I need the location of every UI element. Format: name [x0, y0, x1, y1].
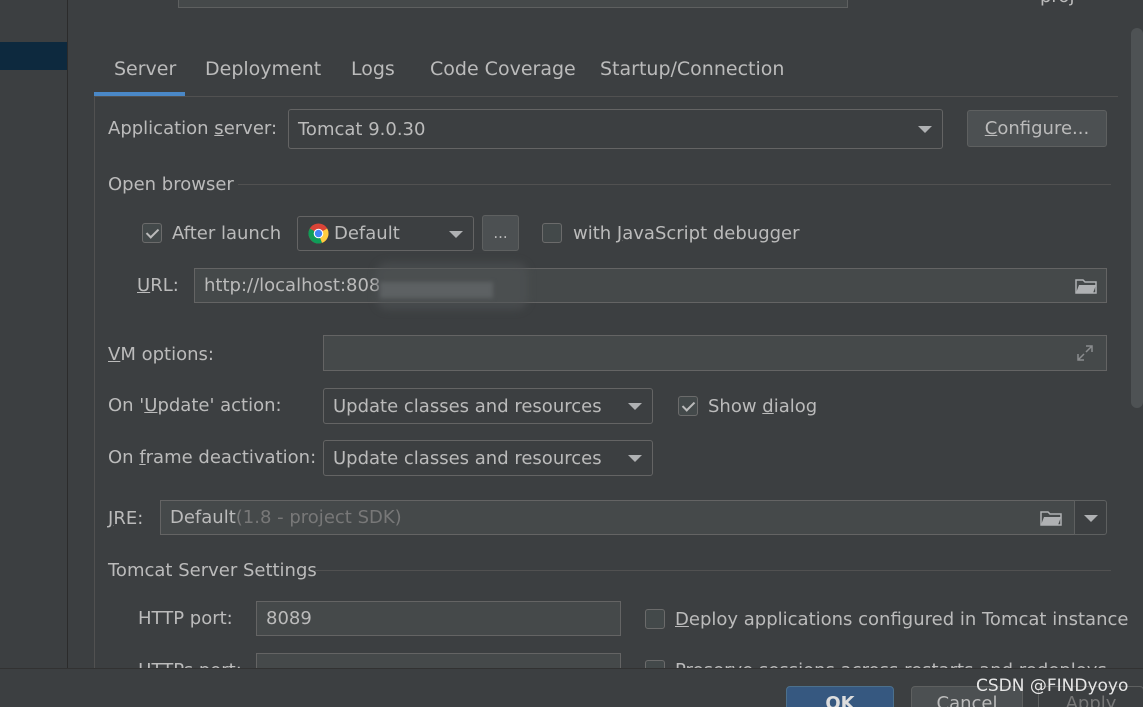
- open-browser-separator: [238, 184, 1111, 185]
- browser-more-button[interactable]: ...: [482, 215, 519, 251]
- vm-options-input[interactable]: [323, 335, 1107, 371]
- jre-hint: (1.8 - project SDK): [235, 507, 402, 528]
- frame-deactivation-label: On frame deactivation:: [108, 447, 317, 468]
- show-dialog-checkbox[interactable]: [678, 396, 698, 416]
- expand-icon[interactable]: [1076, 344, 1094, 362]
- chevron-down-icon: [918, 126, 932, 133]
- left-tree-selected-item[interactable]: [0, 42, 67, 70]
- update-action-select[interactable]: Update classes and resources: [323, 388, 653, 424]
- deploy-apps-checkbox[interactable]: [645, 609, 665, 629]
- vm-options-label: VM options:: [108, 344, 214, 365]
- frame-deactivation-value: Update classes and resources: [333, 447, 602, 469]
- show-dialog-label: Show dialog: [708, 396, 818, 417]
- http-port-label: HTTP port:: [138, 608, 233, 629]
- url-value: http://localhost:808: [204, 275, 381, 296]
- chevron-down-icon: [628, 455, 642, 462]
- http-port-value: 8089: [266, 608, 312, 629]
- tab-startup-connection[interactable]: Startup/Connection: [600, 58, 784, 96]
- left-tree-panel: [0, 0, 68, 668]
- preserve-sessions-checkbox[interactable]: [645, 660, 665, 668]
- chevron-down-icon: [1083, 514, 1098, 522]
- application-server-label: Application server:: [108, 118, 278, 139]
- jre-input[interactable]: Default (1.8 - project SDK): [160, 500, 1075, 535]
- preserve-sessions-label: Preserve sessions across restarts and re…: [675, 660, 1107, 668]
- jre-dropdown-button[interactable]: [1074, 500, 1107, 535]
- update-action-value: Update classes and resources: [333, 395, 602, 417]
- chevron-down-icon: [628, 403, 642, 410]
- top-truncated-label: proj: [1040, 0, 1074, 7]
- folder-icon[interactable]: [1075, 278, 1097, 299]
- http-port-input[interactable]: 8089: [256, 601, 621, 636]
- tab-deployment[interactable]: Deployment: [205, 58, 321, 96]
- after-launch-checkbox[interactable]: [142, 223, 162, 243]
- https-port-input[interactable]: [256, 653, 621, 668]
- url-label: URL:: [137, 275, 179, 296]
- tomcat-settings-separator: [315, 570, 1111, 571]
- update-action-label: On 'Update' action:: [108, 395, 282, 416]
- js-debugger-checkbox[interactable]: [542, 223, 562, 243]
- chrome-icon: [308, 223, 329, 244]
- scrollbar[interactable]: [1131, 28, 1143, 408]
- js-debugger-label: with JavaScript debugger: [573, 223, 800, 244]
- server-tab-panel: [94, 96, 1118, 668]
- open-browser-section-title: Open browser: [108, 174, 234, 195]
- browser-value: Default: [334, 223, 400, 244]
- deploy-apps-label: Deploy applications configured in Tomcat…: [675, 609, 1129, 630]
- redacted-text: [380, 282, 493, 298]
- configure-button[interactable]: Configure...: [967, 110, 1107, 147]
- https-port-label: HTTPs port:: [138, 660, 242, 668]
- name-field[interactable]: [178, 0, 848, 8]
- ok-button[interactable]: OK: [786, 686, 894, 707]
- frame-deactivation-select[interactable]: Update classes and resources: [323, 440, 653, 476]
- tomcat-settings-section-title: Tomcat Server Settings: [108, 560, 317, 581]
- watermark: CSDN @FINDyoyo: [976, 676, 1129, 696]
- application-server-select[interactable]: Tomcat 9.0.30: [288, 109, 943, 149]
- browser-select[interactable]: Default: [297, 216, 474, 251]
- chevron-down-icon: [449, 230, 463, 238]
- application-server-value: Tomcat 9.0.30: [298, 118, 426, 140]
- tab-logs[interactable]: Logs: [351, 58, 395, 96]
- jre-folder-icon[interactable]: [1040, 510, 1062, 531]
- tab-server[interactable]: Server: [114, 58, 176, 96]
- tab-code-coverage[interactable]: Code Coverage: [430, 58, 576, 96]
- after-launch-label: After launch: [172, 223, 282, 244]
- jre-label: JRE:: [108, 508, 144, 529]
- url-input[interactable]: http://localhost:808: [194, 268, 1107, 303]
- jre-value: Default: [170, 507, 236, 528]
